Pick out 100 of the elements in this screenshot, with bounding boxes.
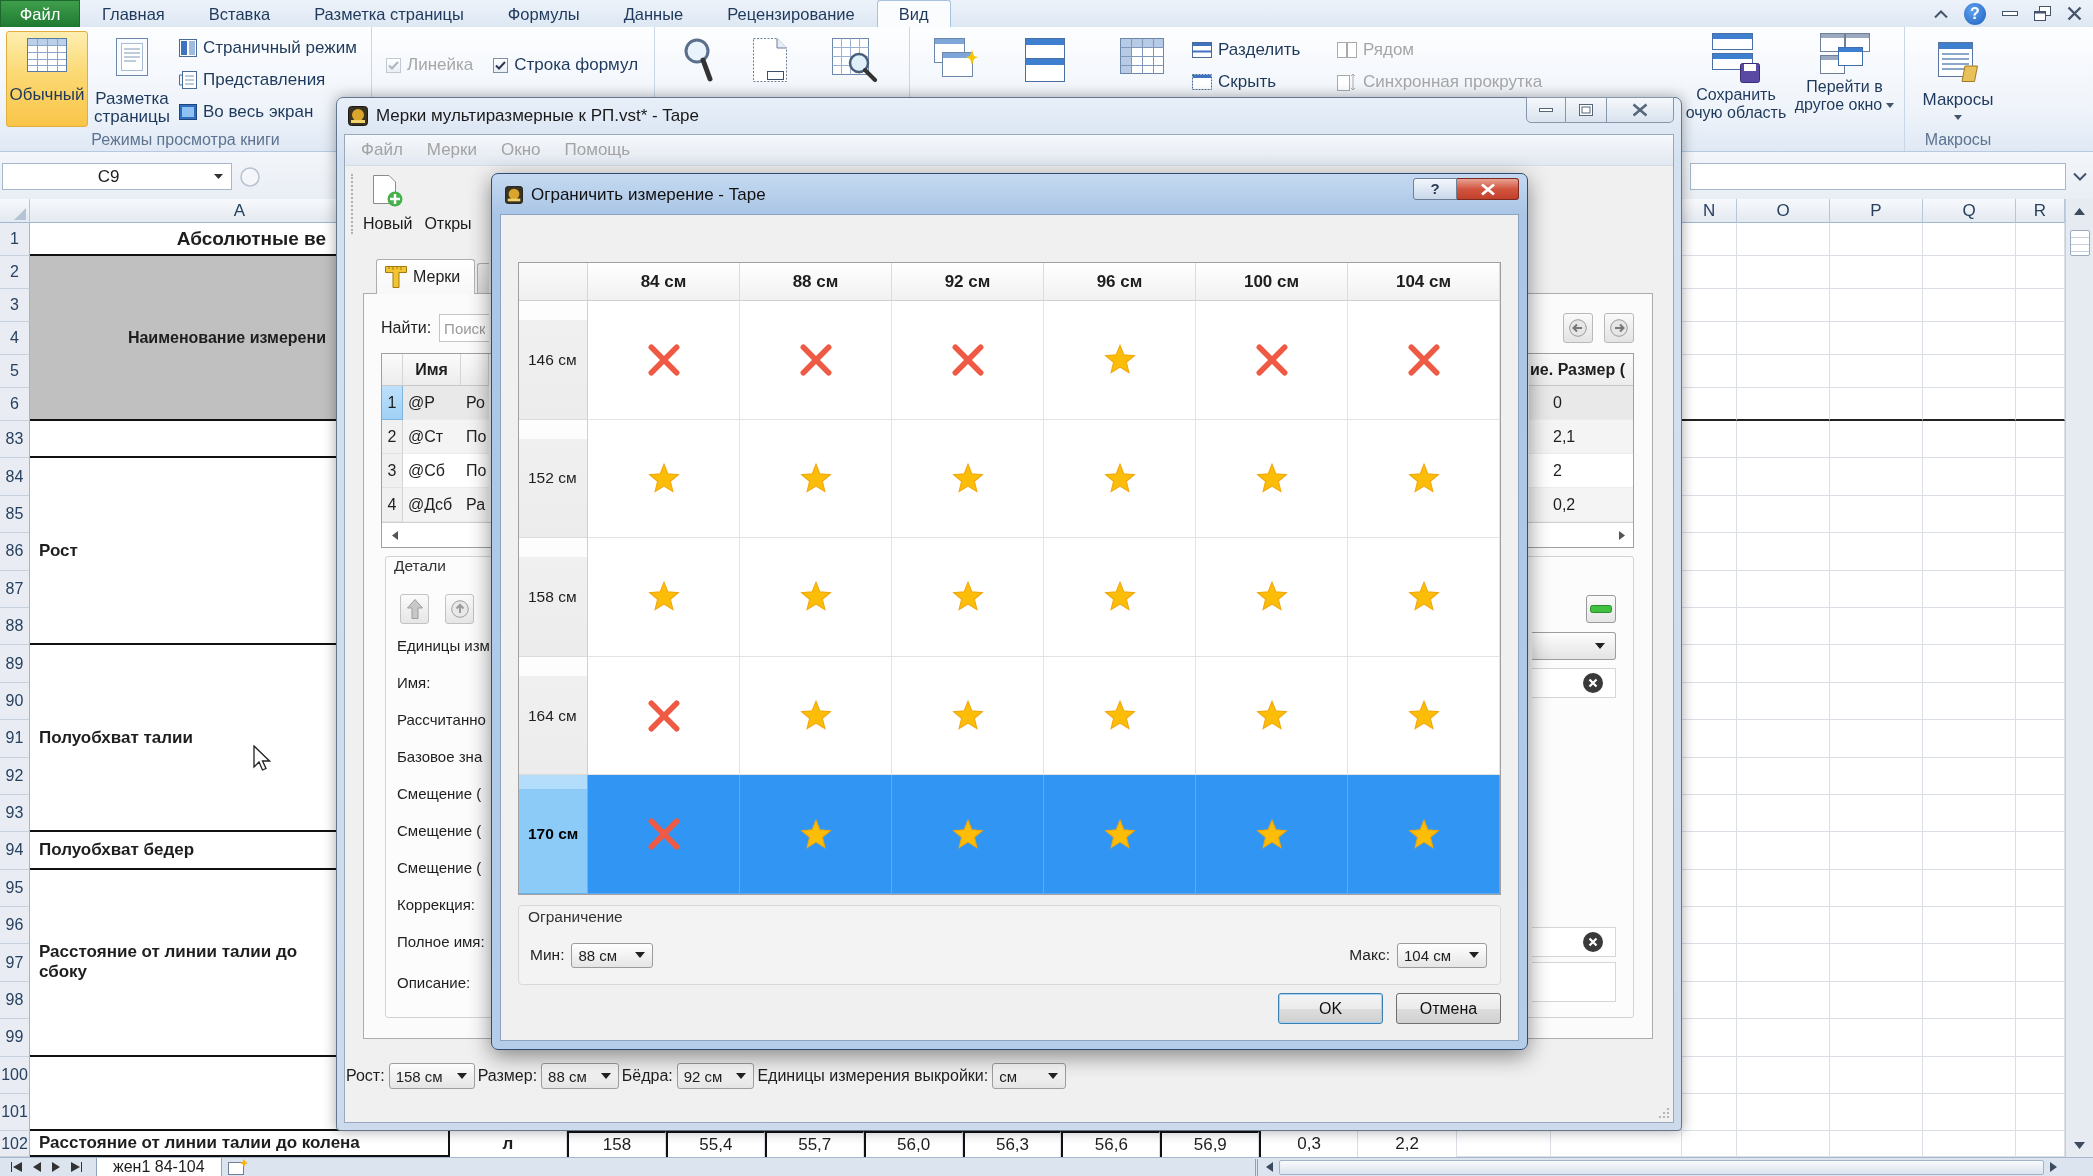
column-header[interactable]: R	[2033, 201, 2047, 221]
row-header[interactable]: 89	[0, 645, 30, 683]
row-header[interactable]: 1	[382, 386, 403, 420]
ribbon-tab[interactable]: Формулы	[485, 0, 602, 27]
ribbon-button[interactable]: Перейти в другое окно	[1790, 33, 1899, 122]
caret-up-icon[interactable]	[1934, 9, 1948, 18]
ribbon-button[interactable]: Скрыть	[1190, 69, 1279, 95]
dropdown[interactable]: см	[992, 1063, 1067, 1089]
close-button[interactable]	[1457, 178, 1519, 200]
move-up-button[interactable]	[400, 593, 429, 624]
table-cell[interactable]: Ро	[461, 386, 489, 420]
insert-sheet-icon[interactable]	[227, 1159, 248, 1175]
table-cell[interactable]: 0	[1529, 386, 1633, 420]
dropdown[interactable]: 158 см	[388, 1063, 475, 1089]
scroll-thumb[interactable]	[1279, 1159, 2044, 1175]
ribbon-button[interactable]: Макросы	[1922, 27, 1994, 120]
column-header[interactable]: 84 см	[588, 263, 740, 301]
checkbox-label[interactable]: Строка формул	[514, 55, 639, 75]
minimize-icon[interactable]	[2002, 11, 2018, 16]
close-icon[interactable]	[2067, 6, 2082, 21]
row-header[interactable]: 84	[0, 458, 30, 496]
triangle-left-icon[interactable]	[392, 530, 398, 540]
corner-triangle-icon[interactable]	[14, 208, 26, 220]
close-button[interactable]	[1607, 97, 1674, 123]
toolbar-button[interactable]: Новый	[357, 166, 419, 242]
text-area[interactable]	[1532, 962, 1616, 1002]
row-header[interactable]: 158 см	[519, 538, 588, 657]
row-header[interactable]: 102	[0, 1131, 30, 1157]
magnifier-icon[interactable]	[683, 38, 713, 82]
row-header[interactable]: 2	[382, 420, 403, 454]
name-box[interactable]: C9	[2, 163, 232, 190]
row-header[interactable]: 88	[0, 607, 30, 646]
help-button[interactable]: ?	[1413, 178, 1457, 200]
column-header[interactable]: ие. Размер (	[1529, 354, 1633, 386]
row-header[interactable]: 96	[0, 907, 30, 945]
triangle-right-icon[interactable]	[2050, 1162, 2057, 1172]
row-header[interactable]: 99	[0, 1019, 30, 1057]
clear-icon[interactable]	[1583, 931, 1603, 952]
input-field[interactable]	[1532, 667, 1616, 698]
input-field[interactable]	[1532, 926, 1616, 957]
column-header[interactable]	[461, 354, 489, 386]
tab[interactable]: Мерки	[376, 259, 476, 294]
row-header[interactable]: 2	[0, 256, 30, 289]
triangle-left-icon[interactable]	[1266, 1162, 1273, 1172]
column-header[interactable]: 104 см	[1348, 263, 1500, 301]
ribbon-tab[interactable]: Вид	[876, 0, 951, 27]
ribbon-button[interactable]: Разделить	[1190, 37, 1303, 63]
ribbon-tab[interactable]: Файл	[0, 0, 80, 27]
forward-button[interactable]	[1604, 313, 1634, 343]
table-cell[interactable]: 0,2	[1529, 488, 1633, 522]
row-header[interactable]: 91	[0, 720, 30, 758]
row-header[interactable]: 170 см	[519, 775, 588, 894]
ribbon-button[interactable]: Сохранить очую область	[1682, 33, 1790, 122]
table-cell[interactable]	[1044, 775, 1196, 894]
triangle-right-icon[interactable]	[52, 1162, 60, 1172]
circle-icon[interactable]	[240, 167, 260, 187]
toolbar-button[interactable]: Откры	[418, 166, 478, 242]
row-header[interactable]: 94	[0, 832, 30, 870]
ribbon-tab[interactable]: Вставка	[186, 0, 293, 27]
skip-back-icon[interactable]	[11, 1162, 22, 1172]
page-icon[interactable]	[753, 38, 787, 82]
row-header[interactable]: 85	[0, 495, 30, 534]
table-cell[interactable]	[1348, 775, 1500, 894]
ribbon-button[interactable]: Во весь экран	[177, 99, 316, 125]
resize-grip-icon[interactable]	[1657, 1106, 1669, 1118]
column-header[interactable]: A	[233, 201, 246, 221]
column-header[interactable]: 92 см	[892, 263, 1044, 301]
minus-button[interactable]	[1586, 594, 1616, 623]
row-header[interactable]: 1	[0, 223, 30, 256]
dropdown[interactable]: 88 см	[541, 1063, 619, 1089]
scroll-thumb[interactable]	[2069, 230, 2090, 256]
row-header[interactable]: 4	[382, 488, 403, 522]
row-header[interactable]: 93	[0, 794, 30, 833]
table-cell[interactable]: Ра	[461, 488, 489, 522]
row-header[interactable]: 98	[0, 981, 30, 1020]
column-header[interactable]: 88 см	[740, 263, 892, 301]
row-header[interactable]: 100	[0, 1056, 30, 1095]
column-header[interactable]: 100 см	[1196, 263, 1348, 301]
row-header[interactable]: 95	[0, 869, 30, 908]
row-header[interactable]: 101	[0, 1094, 30, 1132]
table-cell[interactable]: @Дсб	[403, 488, 461, 522]
triangle-left-icon[interactable]	[33, 1162, 41, 1172]
row-header[interactable]: 97	[0, 944, 30, 982]
triangle-up-icon[interactable]	[2074, 208, 2085, 215]
restore-icon[interactable]	[2034, 6, 2051, 21]
column-header[interactable]: Q	[1962, 201, 1976, 221]
table-icon[interactable]	[1120, 38, 1164, 74]
back-button[interactable]	[1563, 313, 1593, 343]
formula-field[interactable]	[1690, 163, 2066, 190]
stacked-windows-icon[interactable]	[1025, 38, 1065, 82]
search-field[interactable]: Поиск	[439, 314, 490, 342]
table-cell[interactable]: @Ст	[403, 420, 461, 454]
row-header[interactable]: 83	[0, 421, 30, 459]
sheet-tab[interactable]: жен1 84-104	[96, 1157, 222, 1176]
checkbox[interactable]	[493, 57, 509, 73]
dialog-button[interactable]: OK	[1278, 993, 1383, 1024]
column-header[interactable]: Имя	[403, 354, 461, 386]
table-cell[interactable]	[1196, 775, 1348, 894]
dialog-button[interactable]: Отмена	[1396, 993, 1501, 1024]
row-header[interactable]: 90	[0, 682, 30, 721]
